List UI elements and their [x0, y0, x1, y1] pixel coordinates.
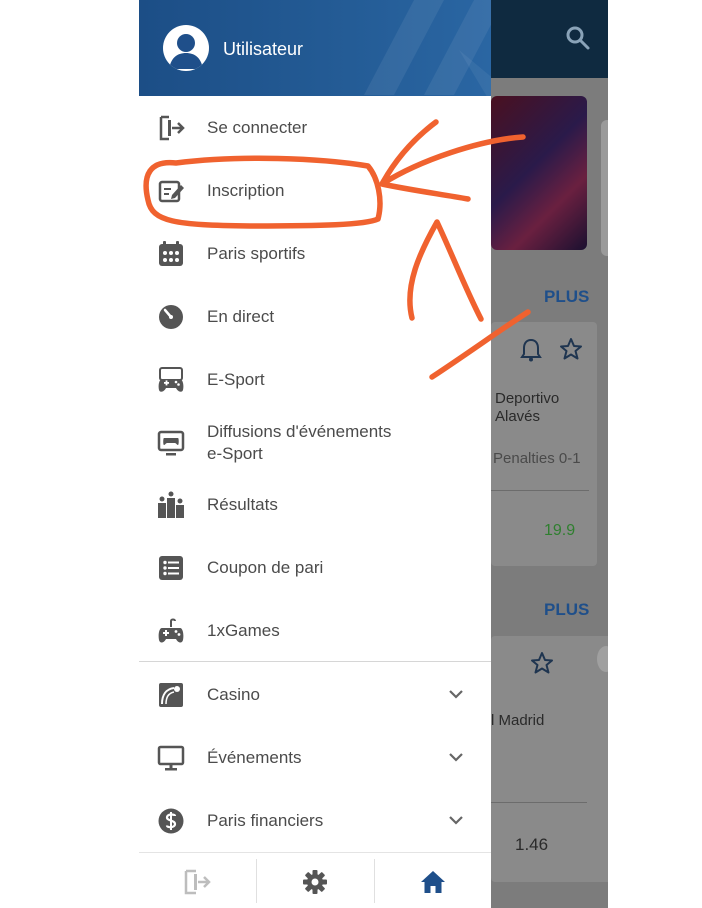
menu-item-label: E-Sport: [207, 370, 265, 389]
chevron-down-icon[interactable]: [447, 687, 465, 701]
menu-divider: [139, 661, 491, 662]
menu-item-paris-financiers[interactable]: Paris financiers: [139, 791, 491, 851]
menu-item-label: Diffusions d'événements: [207, 422, 392, 441]
team-name-line2: Alavés: [495, 408, 541, 425]
menu-item-coupon[interactable]: Coupon de pari: [139, 538, 491, 598]
joystick-icon: [158, 618, 184, 643]
login-icon: [159, 115, 185, 141]
username[interactable]: Utilisateur: [223, 39, 303, 60]
casino-icon: [159, 683, 183, 707]
menu-item-label-line2: e-Sport: [207, 444, 263, 463]
monitor-gamepad-icon: [157, 430, 185, 456]
gamepad-icon: [158, 367, 184, 392]
team-logo: [597, 646, 608, 672]
avatar[interactable]: [163, 25, 209, 71]
drawer-bottom-bar: [139, 852, 491, 908]
search-icon[interactable]: [565, 25, 591, 51]
team-name: l Madrid: [491, 712, 545, 729]
match-card-next[interactable]: [587, 636, 608, 882]
menu-item-label: Événements: [207, 748, 302, 767]
menu-item-label: Inscription: [207, 181, 285, 200]
brand-watermark: [364, 0, 491, 96]
plus-link[interactable]: PLUS: [544, 287, 589, 307]
menu-item-label: En direct: [207, 307, 275, 326]
menu-item-casino[interactable]: Casino: [139, 665, 491, 725]
drawer-header: Utilisateur: [139, 0, 491, 96]
logout-button[interactable]: [139, 853, 256, 908]
menu-item-label: Se connecter: [207, 118, 308, 137]
star-icon[interactable]: [530, 651, 554, 675]
menu-item-label: Casino: [207, 685, 260, 704]
bell-icon[interactable]: [520, 338, 542, 362]
match-status: Penalties 0-1: [493, 450, 581, 467]
desktop-icon: [157, 745, 185, 771]
menu-item-label: 1xGames: [207, 621, 280, 640]
menu-item-label: Paris financiers: [207, 811, 324, 830]
menu-item-label: Paris sportifs: [207, 244, 306, 263]
phone-screen: PLUS Deportivo Alavés Penalties 0-1 19.9…: [139, 0, 608, 908]
logout-icon: [184, 869, 211, 895]
menu-item-paris-sportifs[interactable]: Paris sportifs: [139, 224, 491, 284]
card-divider: [491, 802, 587, 803]
menu-item-esport[interactable]: E-Sport: [139, 350, 491, 410]
card-divider: [491, 490, 589, 491]
list-icon: [159, 556, 183, 580]
menu-item-resultats[interactable]: Résultats: [139, 475, 491, 535]
dollar-coin-icon: [158, 808, 184, 834]
chevron-down-icon[interactable]: [447, 750, 465, 764]
odd-value[interactable]: 1.46: [515, 836, 548, 854]
menu-item-en-direct[interactable]: En direct: [139, 287, 491, 347]
menu-item-label: Coupon de pari: [207, 558, 324, 577]
next-banner-edge[interactable]: [601, 120, 608, 256]
stopwatch-icon: [159, 305, 183, 329]
menu-item-esport-streams[interactable]: Diffusions d'événements e-Sport: [139, 413, 491, 479]
menu-item-label: Résultats: [207, 495, 278, 514]
home-icon: [421, 871, 445, 893]
menu-item-login[interactable]: Se connecter: [139, 98, 491, 158]
odd-value[interactable]: 19.9: [544, 522, 575, 540]
user-icon: [169, 34, 203, 69]
star-icon[interactable]: [559, 337, 583, 361]
chevron-down-icon[interactable]: [447, 813, 465, 827]
promo-banner[interactable]: [491, 96, 587, 250]
settings-button[interactable]: [257, 853, 374, 908]
navigation-drawer: Utilisateur Se connecter Inscription Par…: [139, 0, 491, 908]
edit-form-icon: [158, 180, 184, 203]
calendar-icon: [159, 241, 183, 266]
plus-link[interactable]: PLUS: [544, 600, 589, 620]
menu-item-evenements[interactable]: Événements: [139, 728, 491, 788]
home-button[interactable]: [375, 853, 492, 908]
gear-icon: [303, 870, 327, 894]
team-name: Deportivo: [495, 390, 560, 407]
menu-item-inscription[interactable]: Inscription: [139, 161, 491, 221]
menu-item-1xgames[interactable]: 1xGames: [139, 601, 491, 661]
podium-icon: [158, 491, 184, 518]
